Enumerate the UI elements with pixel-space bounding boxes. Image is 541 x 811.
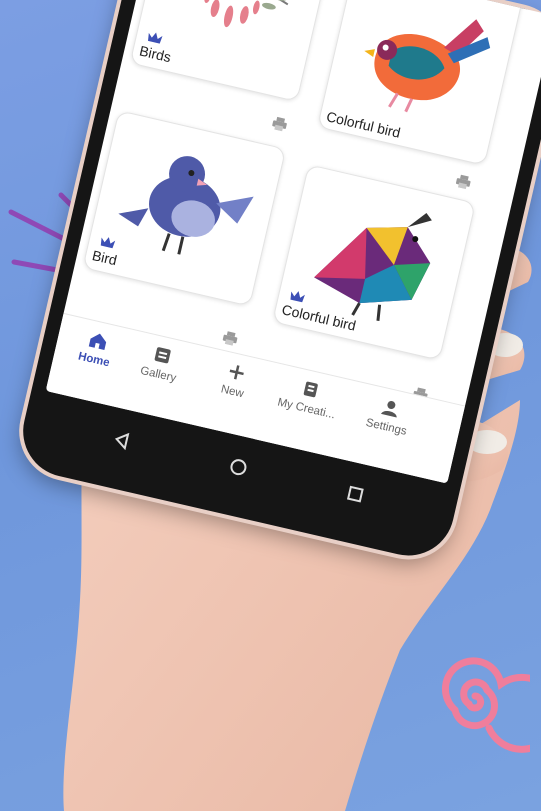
card-colorful-bird-2[interactable]: Colorful bird <box>271 164 476 361</box>
back-icon[interactable] <box>111 429 133 451</box>
card-colorful-bird[interactable]: Colorful bird <box>316 0 526 190</box>
tab-label: Home <box>76 350 111 370</box>
card-label: Colorful bird <box>324 108 403 141</box>
tab-label: Gallery <box>139 364 178 385</box>
person-icon <box>381 400 397 418</box>
card-birds[interactable]: Birds <box>129 0 334 103</box>
colorful-bird-illustration <box>364 19 491 113</box>
creations-icon <box>303 381 318 398</box>
tab-new[interactable]: New <box>192 354 278 407</box>
tab-label: My Creati... <box>276 396 337 422</box>
tab-gallery[interactable]: Gallery <box>118 337 204 390</box>
tab-my-creations[interactable]: My Creati... <box>266 371 352 424</box>
recents-icon[interactable] <box>345 483 367 505</box>
birds-couple-illustration <box>180 0 289 28</box>
print-icon[interactable] <box>270 115 289 132</box>
plus-icon <box>229 365 244 380</box>
gallery-icon <box>154 347 171 364</box>
print-icon[interactable] <box>454 173 473 190</box>
blue-bird-illustration <box>118 156 254 255</box>
home-circle-icon[interactable] <box>228 456 250 478</box>
card-bird[interactable]: Bird <box>82 110 287 307</box>
home-icon <box>88 333 107 351</box>
tab-settings[interactable]: Settings <box>346 389 432 442</box>
tab-label: New <box>219 383 245 401</box>
tab-label: Settings <box>364 416 408 438</box>
print-icon[interactable] <box>221 329 240 346</box>
